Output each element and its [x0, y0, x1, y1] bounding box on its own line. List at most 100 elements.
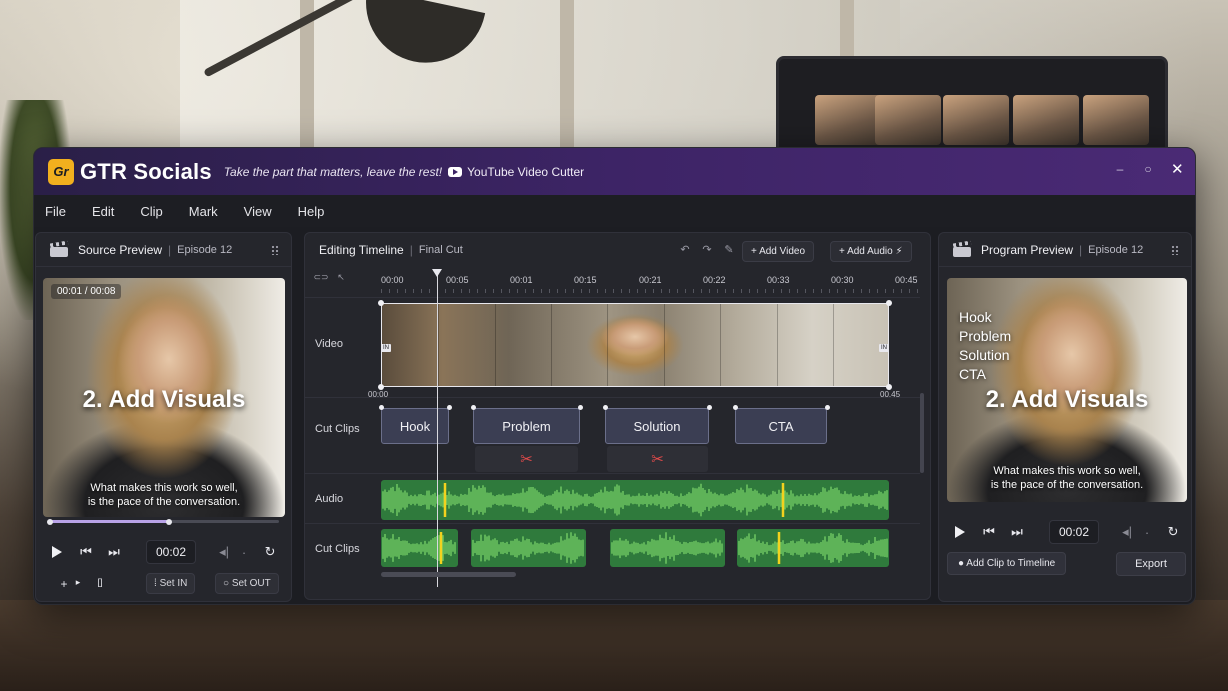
source-scrub-start-knob[interactable] — [47, 518, 53, 525]
bracket-icon[interactable]: [] — [90, 577, 110, 587]
source-caption: What makes this work so well, is the pac… — [43, 482, 285, 510]
timeline-vertical-scrollbar[interactable] — [920, 393, 924, 473]
source-preview-panel: Source Preview | Episode 12 00:01 / 00:0… — [35, 232, 292, 602]
strip-frame-divider — [833, 304, 834, 386]
source-preview-title: Source Preview — [78, 242, 163, 257]
add-clip-to-timeline-button[interactable]: ● Add Clip to Timeline — [947, 552, 1067, 575]
audio-clip-segment[interactable] — [471, 529, 586, 567]
source-scrub-bar[interactable] — [47, 518, 279, 525]
menu-mark[interactable]: Mark — [189, 204, 218, 219]
menu-view[interactable]: View — [244, 204, 272, 219]
tick-label: 00:15 — [574, 275, 597, 285]
row-label-cut-clips-audio: Cut Clips — [315, 543, 360, 555]
minimize-button[interactable]: – — [1115, 162, 1125, 178]
program-current-time[interactable]: 00:02 — [1049, 520, 1100, 544]
cursor-icon[interactable]: ↖ — [331, 272, 351, 283]
magnet-icon[interactable]: ✎ — [719, 243, 739, 256]
clip-handle[interactable] — [471, 405, 476, 410]
tick-label: 00:00 — [381, 275, 404, 285]
strip-handle[interactable] — [886, 300, 892, 306]
play-icon[interactable] — [52, 546, 62, 558]
program-preview-header: Program Preview | Episode 12 — [939, 233, 1191, 267]
strip-frame-divider — [777, 304, 778, 386]
clapperboard-icon — [50, 242, 68, 257]
volume-icon[interactable]: ◂| — [214, 544, 234, 560]
clip-handle[interactable] — [379, 405, 384, 410]
clip-solution[interactable]: Solution — [605, 408, 709, 444]
background-laptop-thumbnail — [1013, 95, 1079, 145]
audio-clip-segment[interactable] — [737, 529, 889, 567]
audio-clip-segment[interactable] — [381, 529, 458, 567]
video-clip-strip[interactable]: IN IN — [381, 303, 889, 387]
menu-help[interactable]: Help — [298, 204, 325, 219]
in-point-tag[interactable]: IN — [382, 344, 391, 352]
separator: | — [168, 242, 172, 257]
clip-cta[interactable]: CTA — [735, 408, 827, 444]
skip-forward-icon[interactable]: ⏭ — [1007, 524, 1027, 540]
source-video-frame[interactable]: 00:01 / 00:08 2. Add Visuals What makes … — [43, 278, 285, 517]
add-clip-label: Add Clip to Timeline — [966, 558, 1056, 569]
background-laptop-thumbnail — [875, 95, 941, 145]
audio-clip-segment[interactable] — [610, 529, 725, 567]
clip-handle[interactable] — [733, 405, 738, 410]
redo-icon[interactable]: ↷ — [697, 243, 717, 256]
close-button[interactable]: ✕ — [1171, 160, 1184, 178]
add-audio-button[interactable]: + Add Audio ⚡ — [830, 241, 912, 262]
audio-waveform[interactable] — [381, 480, 889, 520]
background-laptop-thumbnail — [815, 95, 881, 145]
volume-icon[interactable]: ◂| — [1117, 524, 1137, 540]
clip-handle[interactable] — [825, 405, 830, 410]
strip-frame-divider — [664, 304, 665, 386]
waveform-graphic — [382, 532, 456, 564]
skip-back-icon[interactable]: ⏮ — [979, 524, 999, 540]
out-point-tag[interactable]: IN — [879, 344, 888, 352]
maximize-button[interactable]: ○ — [1143, 162, 1153, 178]
skip-forward-icon[interactable]: ⏭ — [104, 544, 124, 560]
export-button[interactable]: Export — [1116, 552, 1186, 576]
tick-label: 00:45 — [895, 275, 918, 285]
product-label: YouTube Video Cutter — [467, 164, 585, 179]
clip-handle[interactable] — [603, 405, 608, 410]
set-in-button[interactable]: ⁞ Set IN — [146, 573, 196, 594]
source-timecode: 00:01 / 00:08 — [51, 284, 122, 299]
drag-handle-icon[interactable] — [1171, 245, 1179, 255]
program-caption-line: What makes this work so well, — [993, 465, 1141, 477]
menu-edit[interactable]: Edit — [92, 204, 114, 219]
playhead-handle[interactable] — [432, 269, 442, 277]
clip-handle[interactable] — [707, 405, 712, 410]
separator: | — [1079, 242, 1083, 257]
strip-handle[interactable] — [378, 300, 384, 306]
clip-handle[interactable] — [578, 405, 583, 410]
add-video-button[interactable]: + Add Video — [742, 241, 815, 262]
menu-file[interactable]: File — [45, 204, 66, 219]
play-from-marker-icon[interactable]: ▸ — [68, 577, 88, 588]
dot-icon: · — [241, 544, 247, 560]
undo-icon[interactable]: ↶ — [675, 243, 695, 256]
timeline-horizontal-scrollbar[interactable] — [381, 572, 516, 577]
waveform-graphic — [382, 483, 888, 517]
clip-problem[interactable]: Problem — [473, 408, 580, 444]
playhead-line[interactable] — [437, 271, 438, 587]
program-video-frame[interactable]: Hook Problem Solution CTA 2. Add Visuals… — [947, 278, 1187, 502]
cut-button[interactable]: ✂ — [475, 446, 578, 472]
scissors-icon: ✂ — [520, 451, 533, 468]
loop-icon[interactable]: ↻ — [260, 544, 280, 560]
skip-back-icon[interactable]: ⏮ — [76, 544, 96, 560]
tick-label: 00:33 — [767, 275, 790, 285]
loop-icon[interactable]: ↻ — [1163, 524, 1183, 540]
strip-frame-divider — [438, 304, 439, 386]
drag-handle-icon[interactable] — [271, 245, 279, 255]
program-preview-title: Program Preview — [981, 242, 1074, 257]
waveform-graphic — [472, 532, 584, 564]
source-overlay-title: 2. Add Visuals — [82, 386, 246, 413]
play-icon[interactable] — [955, 526, 965, 538]
link-icon[interactable]: ⊂⊃ — [311, 272, 331, 283]
clip-handle[interactable] — [447, 405, 452, 410]
clip-hook[interactable]: Hook — [381, 408, 449, 444]
source-scrub-knob[interactable] — [165, 518, 172, 525]
source-current-time[interactable]: 00:02 — [146, 540, 197, 564]
set-out-button[interactable]: ○ Set OUT — [215, 573, 279, 594]
menu-bar: File Edit Clip Mark View Help — [34, 195, 1195, 227]
menu-clip[interactable]: Clip — [140, 204, 162, 219]
cut-button[interactable]: ✂ — [607, 446, 708, 472]
